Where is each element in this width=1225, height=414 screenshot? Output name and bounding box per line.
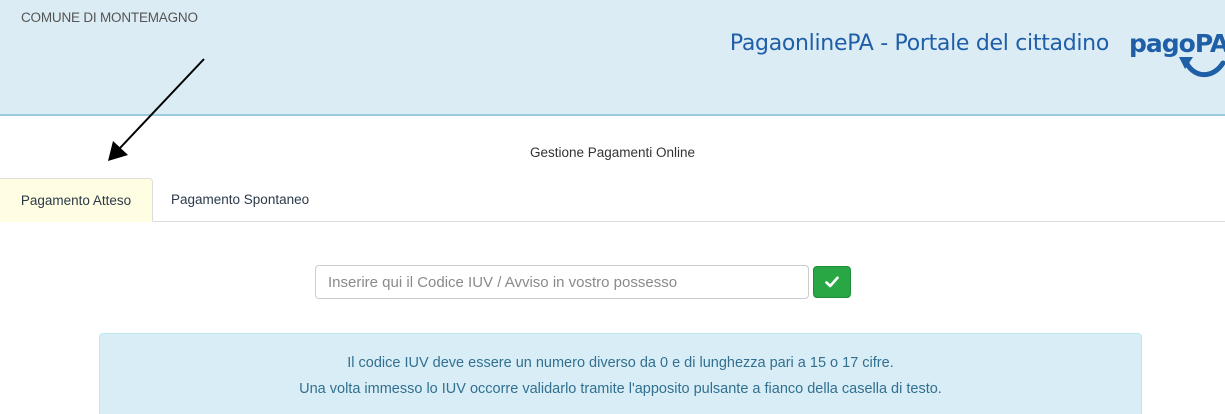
info-alert: Il codice IUV deve essere un numero dive… [99,333,1142,414]
portal-title: PagaonlinePA - Portale del cittadino [729,31,1109,56]
section-title: Gestione Pagamenti Online [529,145,696,160]
check-icon [825,276,839,288]
iuv-code-input[interactable] [315,265,809,299]
header-banner: COMUNE DI MONTEMAGNO PagaonlinePA - Port… [0,0,1225,116]
info-text-line2: Una volta immesso lo IUV occorre validar… [299,381,942,397]
confirm-button[interactable] [813,266,851,298]
pagopa-logo-text: pagoPA [1129,29,1225,58]
tab-pagamento-atteso[interactable]: Pagamento Atteso [0,178,153,222]
info-text-line1: Il codice IUV deve essere un numero dive… [347,355,894,371]
pagopa-logo: pagoPA [1127,27,1225,97]
tab-bar: Pagamento Atteso Pagamento Spontaneo [0,178,1225,222]
tab-pagamento-spontaneo[interactable]: Pagamento Spontaneo [171,178,309,222]
municipality-name: COMUNE DI MONTEMAGNO [21,10,198,25]
